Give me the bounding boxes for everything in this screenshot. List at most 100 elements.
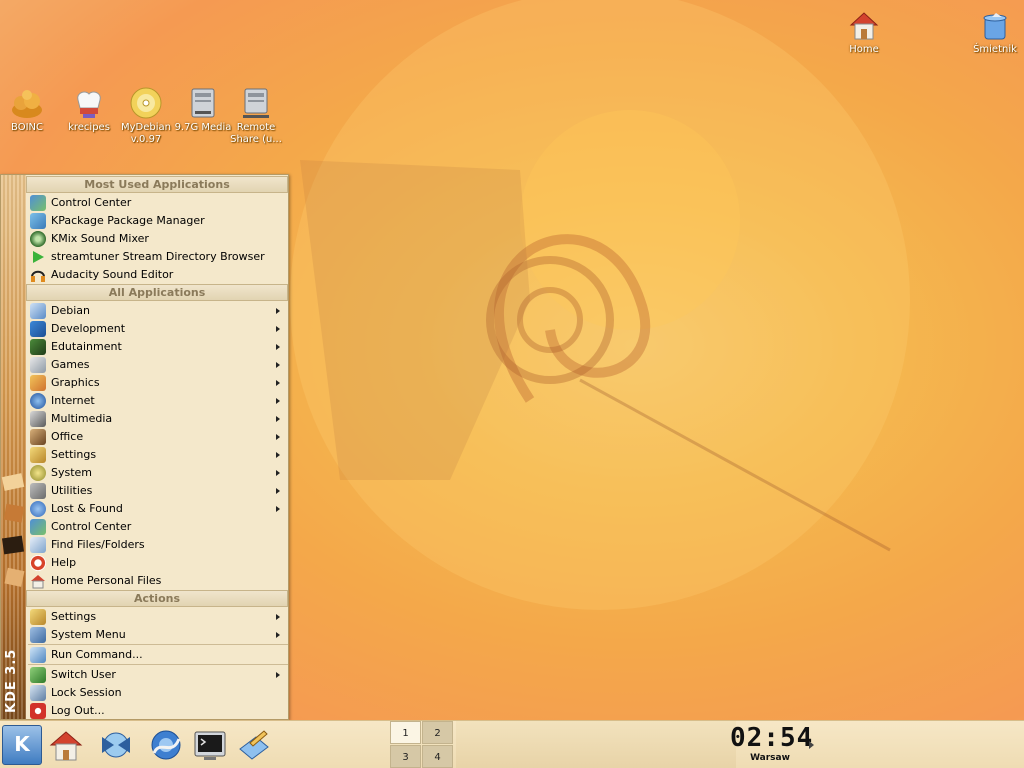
menu-item-system[interactable]: System: [26, 464, 288, 482]
menu-item-log-out[interactable]: Log Out...: [26, 702, 288, 720]
switch-user-icon: [30, 667, 46, 683]
kde-version-label: KDE 3.5: [4, 648, 19, 713]
menu-item-label: System: [51, 466, 93, 479]
menu-item-control-center-2[interactable]: Control Center: [26, 518, 288, 536]
submenu-arrow-icon: [276, 416, 280, 422]
run-icon: [30, 647, 46, 663]
menu-item-kmix[interactable]: KMix Sound Mixer: [26, 230, 288, 248]
menu-item-utilities[interactable]: Utilities: [26, 482, 288, 500]
desktop-icon-trash[interactable]: Śmietnik: [962, 8, 1024, 56]
settings-icon: [30, 609, 46, 625]
desktop-icon-label: BOINC: [11, 122, 43, 133]
desktop-icon-home[interactable]: Home: [831, 8, 897, 56]
pager-desktop-1[interactable]: 1: [390, 721, 421, 744]
menu-item-label: System Menu: [51, 628, 126, 641]
utilities-icon: [30, 483, 46, 499]
menu-item-office[interactable]: Office: [26, 428, 288, 446]
section-all-applications: All Applications: [26, 284, 288, 301]
network-drive-icon: [243, 88, 269, 118]
banner-blocks-graphic: [1, 473, 25, 587]
home-icon: [31, 575, 45, 589]
text-editor-launcher-icon[interactable]: [236, 727, 272, 763]
menu-item-actions-settings[interactable]: Settings: [26, 608, 288, 626]
internet-icon: [30, 393, 46, 409]
menu-item-find-files[interactable]: Find Files/Folders: [26, 536, 288, 554]
menu-item-label: streamtuner Stream Directory Browser: [51, 250, 265, 263]
menu-item-label: Games: [51, 358, 90, 371]
menu-item-lost-found[interactable]: Lost & Found: [26, 500, 288, 518]
menu-item-internet[interactable]: Internet: [26, 392, 288, 410]
boinc-icon: [12, 90, 42, 118]
desktop-icon-label: Remote Share (u...: [230, 122, 282, 145]
submenu-arrow-icon: [276, 672, 280, 678]
menu-item-switch-user[interactable]: Switch User: [26, 666, 288, 684]
k-menu-list: Most Used Applications Control Center KP…: [26, 176, 288, 720]
clock-applet[interactable]: 02:54 Warsaw: [730, 723, 814, 767]
menu-item-graphics[interactable]: Graphics: [26, 374, 288, 392]
development-icon: [30, 321, 46, 337]
menu-item-help[interactable]: Help: [26, 554, 288, 572]
clock-time: 02:54: [730, 723, 814, 753]
menu-item-audacity[interactable]: Audacity Sound Editor: [26, 266, 288, 284]
menu-item-debian[interactable]: Debian: [26, 302, 288, 320]
menu-item-edutainment[interactable]: Edutainment: [26, 338, 288, 356]
pager-desktop-3[interactable]: 3: [390, 745, 421, 768]
menu-item-label: Control Center: [51, 520, 132, 533]
desktop-icon-boinc[interactable]: BOINC: [0, 86, 60, 134]
pager-desktop-4[interactable]: 4: [422, 745, 453, 768]
menu-item-system-menu[interactable]: System Menu: [26, 626, 288, 644]
menu-item-label: Log Out...: [51, 704, 105, 717]
submenu-arrow-icon: [276, 632, 280, 638]
submenu-arrow-icon: [276, 326, 280, 332]
menu-item-lock-session[interactable]: Lock Session: [26, 684, 288, 702]
taskbar-task-area: [456, 721, 736, 768]
menu-item-label: Internet: [51, 394, 95, 407]
desktop-icon-remote-share[interactable]: Remote Share (u...: [223, 86, 289, 146]
menu-item-label: KPackage Package Manager: [51, 214, 205, 227]
menu-item-games[interactable]: Games: [26, 356, 288, 374]
headphones-icon: [31, 270, 45, 282]
menu-item-run-command[interactable]: Run Command...: [26, 646, 288, 664]
home-icon: [849, 12, 879, 40]
menu-item-development[interactable]: Development: [26, 320, 288, 338]
control-center-icon: [30, 195, 46, 211]
find-icon: [30, 537, 46, 553]
package-icon: [30, 213, 46, 229]
submenu-arrow-icon: [276, 344, 280, 350]
multimedia-icon: [30, 411, 46, 427]
menu-item-multimedia[interactable]: Multimedia: [26, 410, 288, 428]
system-menu-icon: [30, 627, 46, 643]
clock-city: Warsaw: [750, 753, 790, 763]
logout-icon: [30, 703, 46, 719]
system-icon: [30, 465, 46, 481]
menu-item-settings[interactable]: Settings: [26, 446, 288, 464]
web-browser-launcher-icon[interactable]: [148, 727, 184, 763]
trash-icon: [983, 13, 1007, 40]
panel-hide-arrow-icon[interactable]: [809, 741, 814, 749]
mixer-icon: [30, 231, 46, 247]
help-icon: [30, 555, 46, 571]
games-icon: [30, 357, 46, 373]
menu-item-label: Multimedia: [51, 412, 113, 425]
menu-item-label: Office: [51, 430, 84, 443]
k-menu: KDE 3.5 Most Used Applications Control C…: [0, 174, 289, 720]
kde-logo-icon: K: [14, 732, 30, 756]
debian-icon: [30, 303, 46, 319]
menu-item-label: Help: [51, 556, 77, 569]
menu-item-kpackage[interactable]: KPackage Package Manager: [26, 212, 288, 230]
desktop-icon-label: Home: [849, 44, 879, 55]
menu-item-label: Debian: [51, 304, 90, 317]
menu-item-control-center[interactable]: Control Center: [26, 194, 288, 212]
konqueror-launcher-icon[interactable]: [98, 727, 134, 763]
k-menu-button[interactable]: K: [2, 725, 42, 765]
pager-desktop-2[interactable]: 2: [422, 721, 453, 744]
home-launcher-icon[interactable]: [48, 727, 84, 763]
office-icon: [30, 429, 46, 445]
submenu-arrow-icon: [276, 488, 280, 494]
submenu-arrow-icon: [276, 614, 280, 620]
terminal-launcher-icon[interactable]: [192, 727, 228, 763]
menu-item-streamtuner[interactable]: streamtuner Stream Directory Browser: [26, 248, 288, 266]
graphics-icon: [30, 375, 46, 391]
chef-hat-icon: [77, 91, 101, 118]
menu-item-home-files[interactable]: Home Personal Files: [26, 572, 288, 590]
